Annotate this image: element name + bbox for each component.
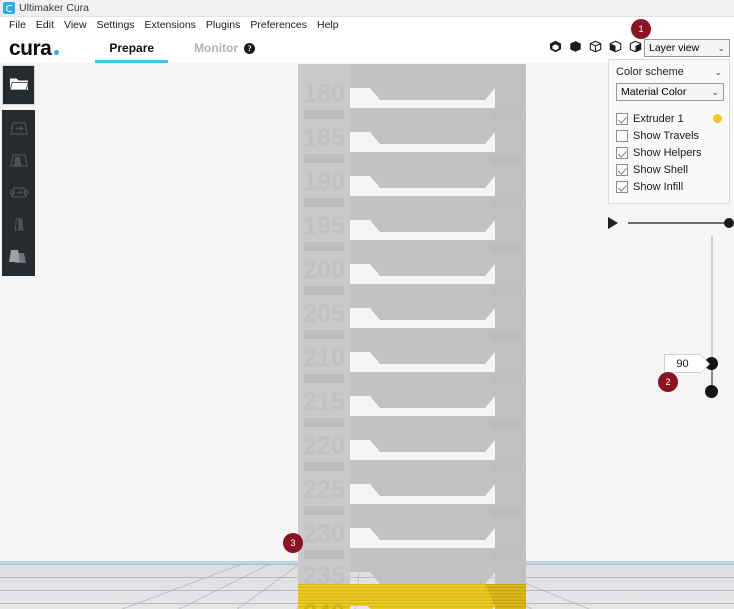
svg-text:230: 230 [303,520,345,548]
layer-view-panel: Color scheme ⌄ Material Color ⌄ Extruder… [608,59,730,204]
view-left-icon[interactable] [609,40,622,53]
rotate-tool-button[interactable] [2,177,35,209]
svg-text:210: 210 [303,344,345,372]
menu-item-settings[interactable]: Settings [92,17,140,33]
chevron-down-icon: ⌄ [711,86,719,97]
layer-slider-lower-handle[interactable] [705,385,718,398]
svg-text:225: 225 [303,476,345,504]
annotation-marker-3: 3 [283,533,303,553]
open-file-button[interactable] [2,65,35,105]
cura-wordmark-dot-icon [54,49,60,55]
menu-item-help[interactable]: Help [312,17,344,33]
window-titlebar: Ultimaker Cura [0,0,734,17]
window-title: Ultimaker Cura [19,2,90,14]
menu-item-file[interactable]: File [4,17,31,33]
chevron-down-icon: ⌄ [714,66,722,77]
checkbox-row-show-helpers[interactable]: Show Helpers [616,144,722,161]
layer-number-tooltip: 90 [664,354,710,374]
annotation-marker-1: 1 [631,19,651,39]
model-temperature-tower[interactable]: 180 185 190 195 200 205 210 215 220 225 … [290,63,535,609]
extruder-1-checkbox[interactable] [616,112,628,125]
checkbox-row-extruder-1[interactable]: Extruder 1 [616,110,722,127]
move-tool-icon [9,118,29,141]
cura-wordmark-text: cura [9,36,52,60]
scale-tool-icon [9,150,29,173]
checkbox-row-show-infill[interactable]: Show Infill [616,178,722,195]
view-3d-icon[interactable] [549,40,562,53]
menu-item-edit[interactable]: Edit [31,17,59,33]
tab-prepare-label: Prepare [109,41,155,55]
svg-text:200: 200 [303,256,345,284]
model-tools-group [2,110,35,276]
simulation-slider [608,212,734,234]
menu-item-extensions[interactable]: Extensions [140,17,201,33]
svg-text:220: 220 [303,432,345,460]
svg-text:185: 185 [303,124,345,152]
simulation-slider-handle[interactable] [724,218,734,228]
svg-text:195: 195 [303,212,345,240]
menu-item-view[interactable]: View [59,17,92,33]
menu-item-preferences[interactable]: Preferences [245,17,312,33]
move-tool-button[interactable] [2,113,35,145]
tab-prepare[interactable]: Prepare [89,33,174,63]
extruder-1-color-swatch [713,114,722,123]
show-shell-checkbox[interactable] [616,163,628,176]
show-infill-checkbox[interactable] [616,180,628,193]
checkbox-row-show-shell[interactable]: Show Shell [616,161,722,178]
tab-monitor[interactable]: Monitor ? [174,33,275,63]
show-travels-label: Show Travels [633,129,700,142]
per-model-settings-icon [8,246,30,269]
color-scheme-select[interactable]: Material Color ⌄ [616,83,724,101]
view-right-icon[interactable] [629,40,642,53]
mirror-tool-button[interactable] [2,209,35,241]
stage-tabs: Prepare Monitor ? [89,33,275,63]
mirror-tool-icon [9,214,29,237]
left-toolbar [2,65,35,276]
rotate-tool-icon [8,182,29,205]
color-scheme-header[interactable]: Color scheme ⌄ [616,66,722,78]
svg-text:180: 180 [303,80,345,108]
show-infill-label: Show Infill [633,180,684,193]
help-icon[interactable]: ? [244,42,256,54]
svg-text:190: 190 [303,168,345,196]
menu-item-plugins[interactable]: Plugins [201,17,245,33]
chevron-down-icon: ⌄ [717,42,725,53]
show-helpers-checkbox[interactable] [616,146,628,159]
scale-tool-button[interactable] [2,145,35,177]
layer-number-value: 90 [676,357,689,370]
annotation-marker-2: 2 [658,372,678,392]
checkbox-row-show-travels[interactable]: Show Travels [616,127,722,144]
color-scheme-value: Material Color [621,86,687,98]
menubar: File Edit View Settings Extensions Plugi… [0,17,734,33]
play-button[interactable] [608,217,618,229]
color-scheme-label: Color scheme [616,66,684,78]
view-top-icon[interactable] [589,40,602,53]
show-helpers-label: Show Helpers [633,146,702,159]
show-shell-label: Show Shell [633,163,689,176]
per-model-settings-button[interactable] [2,241,35,273]
cura-logo-icon [3,2,15,14]
simulation-slider-track[interactable] [628,218,734,228]
extruder-1-label: Extruder 1 [633,112,684,125]
camera-view-icons [549,40,642,53]
open-file-icon [8,76,29,95]
cura-wordmark: cura [9,36,60,60]
view-mode-select[interactable]: Layer view ⌄ [644,39,730,57]
svg-text:205: 205 [303,300,345,328]
svg-text:240: 240 [303,600,345,609]
view-mode-value: Layer view [649,42,700,54]
svg-text:215: 215 [303,388,345,416]
tab-monitor-label: Monitor [194,41,239,55]
show-travels-checkbox[interactable] [616,129,628,142]
view-front-icon[interactable] [569,40,582,53]
